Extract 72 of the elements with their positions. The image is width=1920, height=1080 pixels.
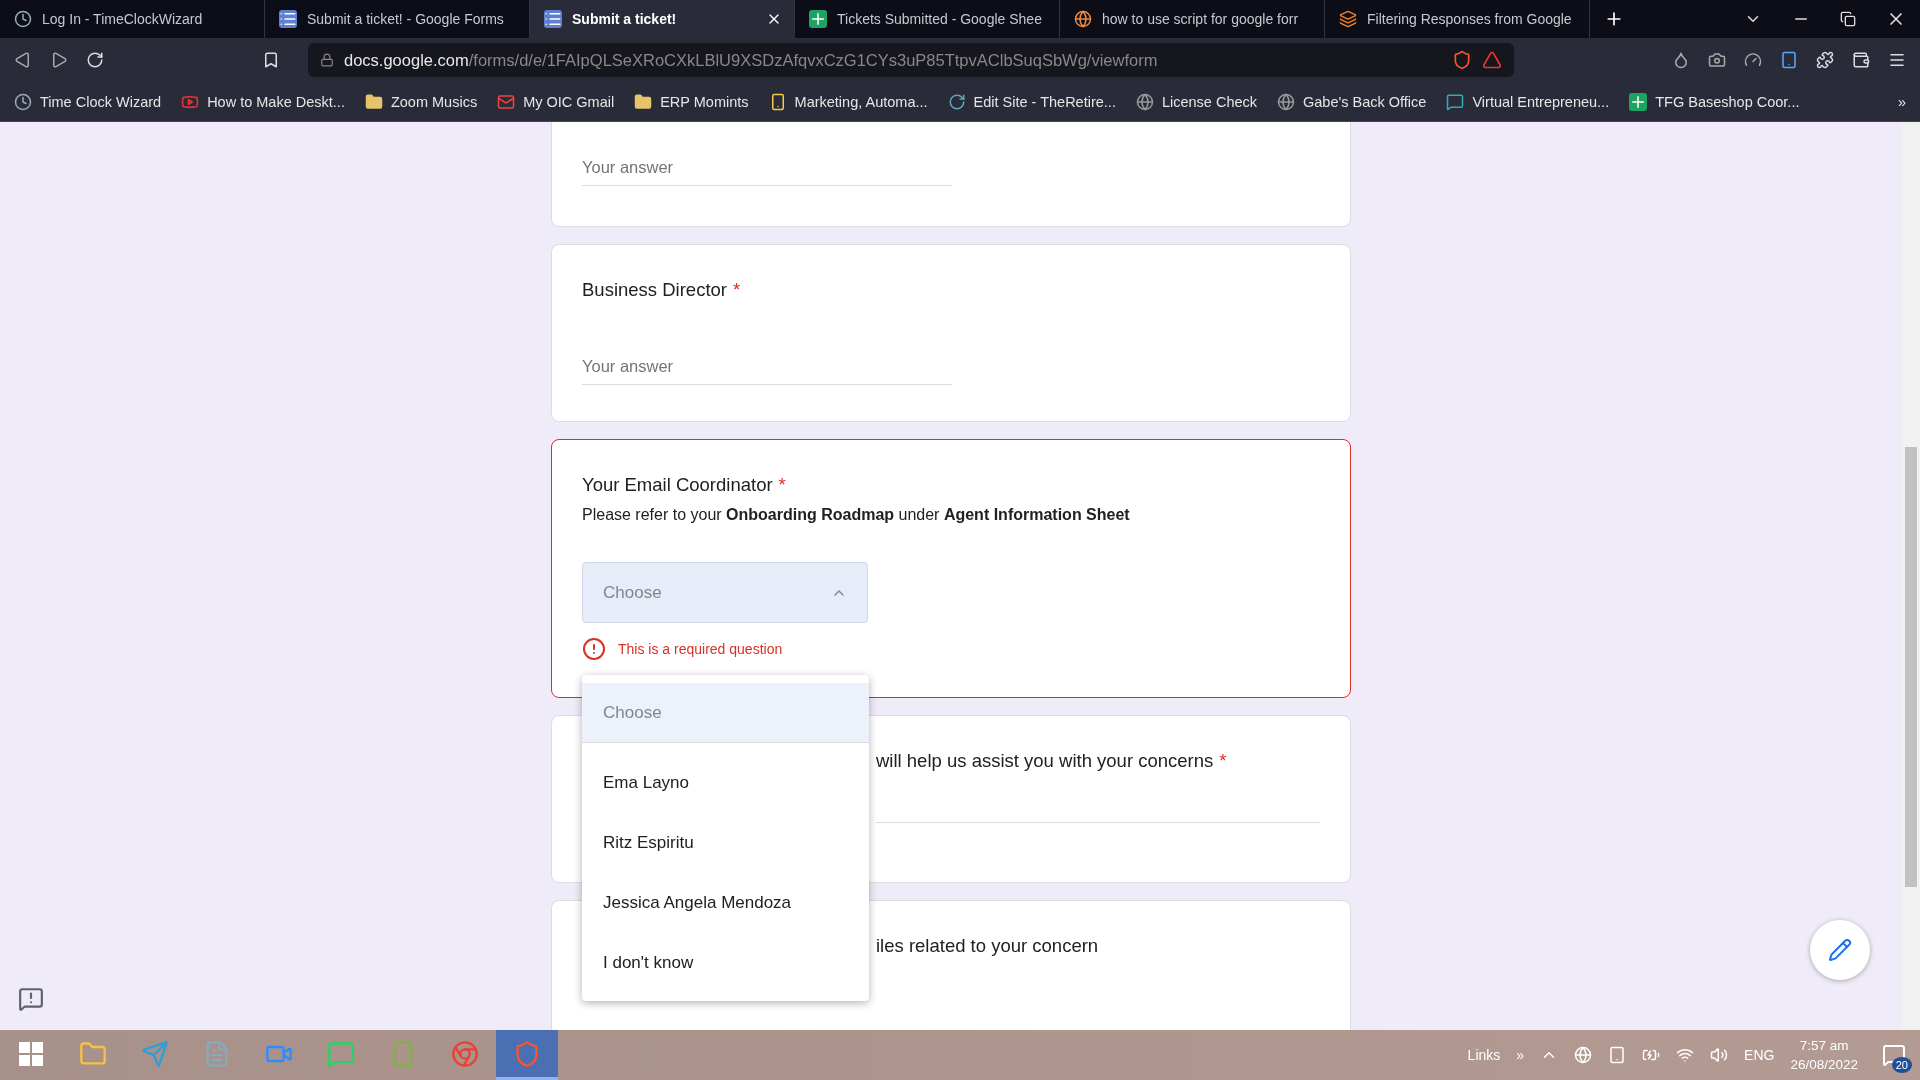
- bookmark-item[interactable]: My OIC Gmail: [497, 92, 615, 111]
- plus-icon: [809, 10, 827, 28]
- globe-icon[interactable]: [1574, 1046, 1593, 1064]
- notification-count: 20: [1891, 1057, 1912, 1073]
- address-bar[interactable]: docs.google.com/forms/d/e/1FAIpQLSeXRoCXkLBlU9XSDzAfqvxCzG1CYs3uP85TtpvAClbSuqSbWg/viewform: [308, 43, 1514, 77]
- dropdown-option[interactable]: I don't know: [582, 933, 869, 993]
- bookmark-item[interactable]: How to Make Deskt...: [181, 92, 345, 111]
- required-mark: *: [1219, 750, 1227, 772]
- bookmark-item[interactable]: Gabe's Back Office: [1277, 92, 1427, 111]
- bookmark-item[interactable]: Time Clock Wizard: [14, 92, 162, 111]
- volume-icon[interactable]: [1710, 1046, 1729, 1064]
- clock-icon: [14, 10, 32, 28]
- bookmark-item[interactable]: Virtual Entrepreneu...: [1446, 92, 1610, 111]
- folder-icon: [79, 1039, 107, 1068]
- menu-icon[interactable]: [1888, 51, 1906, 69]
- pencil-icon: [1828, 938, 1852, 962]
- question-title: Business Director: [582, 279, 727, 301]
- back-icon[interactable]: [14, 51, 32, 69]
- more-bookmarks[interactable]: »: [1897, 93, 1906, 110]
- device-icon[interactable]: [1608, 1046, 1627, 1064]
- bookmark-item[interactable]: License Check: [1135, 92, 1257, 111]
- plus-icon: [1629, 92, 1648, 111]
- question-title: will help us assist you with your concerns: [876, 750, 1214, 772]
- extensions-icon[interactable]: [1816, 51, 1834, 69]
- globe-icon: [1135, 92, 1154, 111]
- screen-icon[interactable]: [1780, 51, 1798, 69]
- url-text: docs.google.com/forms/d/e/1FAIpQLSeXRoCXkLBlU9XSDzAfqvxCzG1CYs3uP85TtpvAClbSuqSbWg/viewform: [344, 50, 1158, 70]
- dropdown-option[interactable]: Ritz Espiritu: [582, 813, 869, 873]
- dropdown-option[interactable]: Ema Layno: [582, 753, 869, 813]
- restore-icon[interactable]: [1840, 11, 1856, 27]
- bookmark-item[interactable]: Edit Site - TheRetire...: [947, 92, 1116, 111]
- list-icon: [544, 10, 562, 28]
- gauge-icon[interactable]: [1744, 51, 1762, 69]
- wallet-icon[interactable]: [1852, 51, 1870, 69]
- scrollbar[interactable]: [1902, 122, 1920, 1030]
- answer-field[interactable]: Your answer: [582, 349, 952, 385]
- browser-tab[interactable]: Submit a ticket!: [530, 0, 795, 38]
- chrome-icon: [451, 1039, 479, 1068]
- globe-icon: [1074, 10, 1092, 28]
- globe-icon: [1277, 92, 1295, 111]
- bookmark-icon[interactable]: [262, 51, 280, 69]
- wifi-icon[interactable]: [1676, 1046, 1695, 1064]
- edit-button[interactable]: [1810, 920, 1870, 980]
- folder-icon: [364, 92, 383, 111]
- droplet-icon[interactable]: [1672, 51, 1690, 69]
- reload-icon[interactable]: [86, 51, 104, 69]
- question-description: Please refer to your Onboarding Roadmap under Agent Information Sheet: [582, 506, 1131, 524]
- question-title: Your Email Coordinator: [582, 474, 773, 496]
- camera-icon[interactable]: [1708, 51, 1726, 69]
- list-icon: [279, 10, 297, 28]
- forward-icon[interactable]: [50, 51, 68, 69]
- shield-icon[interactable]: [1452, 50, 1472, 70]
- refresh-icon: [947, 92, 966, 111]
- folder-icon: [634, 92, 653, 111]
- question-title: iles related to your concern: [876, 935, 1099, 957]
- feedback-icon[interactable]: [18, 986, 44, 1012]
- answer-field[interactable]: Your answer: [582, 150, 952, 186]
- required-mark: *: [732, 279, 741, 301]
- bookmark-item[interactable]: TFG Baseshop Coor...: [1629, 92, 1800, 111]
- dropdown-option[interactable]: Jessica Angela Mendoza: [582, 873, 869, 933]
- triangle-icon[interactable]: [1482, 50, 1502, 70]
- stack-icon: [1339, 10, 1357, 28]
- clock-icon: [14, 92, 32, 111]
- bookmark-item[interactable]: Zoom Musics: [364, 92, 478, 111]
- required-mark: *: [778, 474, 786, 496]
- bookmark-item[interactable]: Marketing, Automa...: [768, 92, 928, 111]
- error-icon: [582, 637, 606, 661]
- windows-icon: [19, 1041, 43, 1066]
- error-message: This is a required question: [618, 641, 783, 657]
- lock-icon: [320, 53, 334, 67]
- mail-icon: [497, 92, 516, 111]
- bookmark-item[interactable]: ERP Momints: [634, 92, 749, 111]
